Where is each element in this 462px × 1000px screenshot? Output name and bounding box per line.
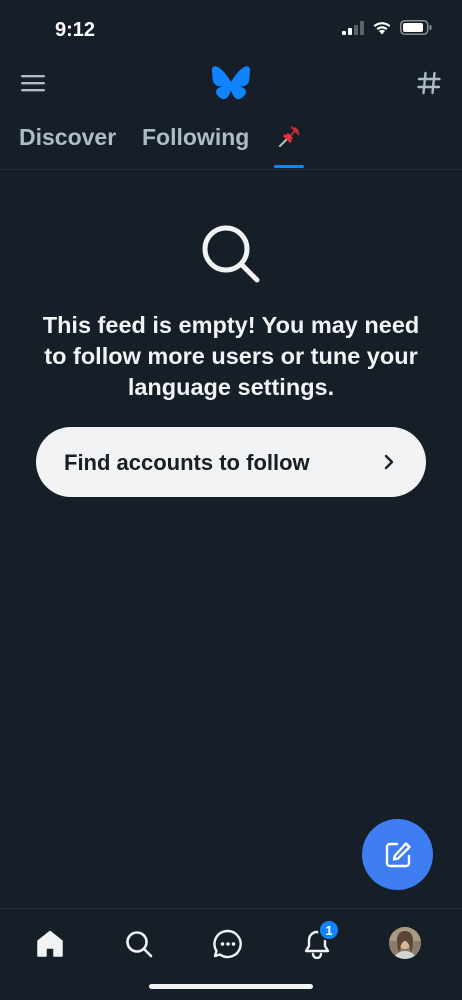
hamburger-menu-icon[interactable]: [20, 70, 46, 96]
avatar[interactable]: [389, 927, 421, 959]
tab-discover[interactable]: Discover: [19, 124, 116, 151]
compose-button[interactable]: [362, 819, 433, 890]
find-accounts-label: Find accounts to follow: [64, 450, 310, 475]
cellular-signal-icon: [342, 20, 364, 35]
hashtag-icon[interactable]: [416, 70, 442, 96]
feed-tabs: Discover Following: [0, 118, 462, 170]
search-icon[interactable]: [122, 927, 156, 961]
compose-icon: [385, 841, 411, 867]
tab-following[interactable]: Following: [142, 124, 249, 151]
app-header: [0, 58, 462, 108]
empty-feed-message: This feed is empty! You may need to foll…: [42, 312, 420, 400]
search-icon: [199, 222, 263, 286]
battery-icon: [400, 20, 432, 35]
home-icon[interactable]: [33, 927, 67, 961]
notification-badge: 1: [318, 919, 340, 941]
tab-pinned[interactable]: [276, 122, 304, 150]
pushpin-icon: [279, 126, 300, 147]
active-tab-indicator: [274, 165, 304, 168]
status-bar: 9:12: [0, 0, 462, 58]
find-accounts-button[interactable]: Find accounts to follow: [36, 427, 426, 497]
butterfly-logo-icon[interactable]: [212, 66, 250, 100]
chat-icon[interactable]: [211, 927, 245, 961]
status-time: 9:12: [55, 19, 96, 41]
home-indicator: [149, 984, 313, 989]
wifi-icon: [373, 22, 391, 35]
chevron-right-icon: [384, 454, 394, 470]
status-icons: [342, 20, 432, 35]
